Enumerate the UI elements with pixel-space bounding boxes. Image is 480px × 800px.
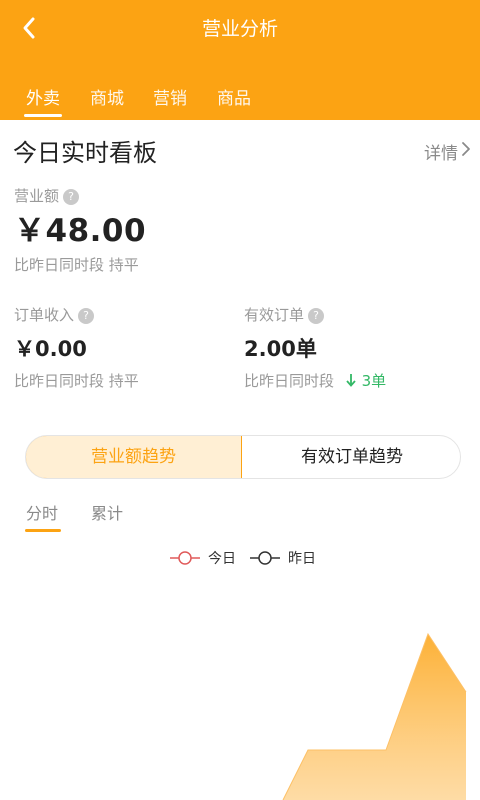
time-subtabs: 分时 累计 bbox=[0, 496, 480, 536]
chevron-right-icon bbox=[460, 140, 472, 163]
trend-chart bbox=[0, 580, 480, 800]
tab-bar: 外卖 商城 营销 商品 bbox=[0, 80, 480, 120]
legend-yesterday-label: 昨日 bbox=[288, 551, 316, 567]
active-subtab-indicator bbox=[25, 529, 61, 532]
order-income-value: ￥0.00 bbox=[14, 337, 87, 361]
valid-orders-label: 有效订单 bbox=[244, 306, 305, 324]
detail-label: 详情 bbox=[424, 144, 458, 164]
active-tab-indicator bbox=[24, 114, 62, 117]
revenue-label: 营业额 bbox=[14, 187, 60, 205]
valid-orders-compare-prefix: 比昨日同时段 bbox=[244, 372, 335, 390]
legend-yesterday: 昨日 bbox=[250, 548, 316, 568]
header: 营业分析 外卖 商城 营销 商品 bbox=[0, 0, 480, 120]
legend-today: 今日 bbox=[170, 548, 236, 568]
trend-toggle: 营业额趋势 有效订单趋势 bbox=[25, 435, 461, 479]
order-income-compare: 比昨日同时段 持平 bbox=[14, 372, 139, 390]
valid-orders-change: 3单 bbox=[361, 372, 387, 390]
help-icon[interactable]: ? bbox=[78, 307, 95, 324]
revenue-compare: 比昨日同时段 持平 bbox=[14, 256, 139, 274]
detail-link[interactable]: 详情 bbox=[424, 139, 472, 164]
tab-shangcheng[interactable]: 商城 bbox=[90, 84, 124, 109]
order-income-label-row: 订单收入? bbox=[14, 304, 95, 325]
board-title: 今日实时看板 bbox=[13, 139, 157, 167]
help-icon[interactable]: ? bbox=[63, 188, 80, 205]
help-icon[interactable]: ? bbox=[308, 307, 325, 324]
page-title: 营业分析 bbox=[201, 18, 278, 40]
valid-orders-label-row: 有效订单? bbox=[244, 304, 325, 325]
today-area bbox=[283, 634, 466, 800]
tab-yingxiao[interactable]: 营销 bbox=[153, 84, 187, 109]
valid-orders-value: 2.00单 bbox=[244, 337, 317, 361]
legend-yesterday-marker bbox=[250, 551, 280, 565]
revenue-trend-button[interactable]: 营业额趋势 bbox=[26, 436, 242, 478]
revenue-value: ￥48.00 bbox=[14, 213, 147, 249]
tab-shangpin[interactable]: 商品 bbox=[217, 84, 251, 109]
legend-today-marker bbox=[170, 551, 200, 565]
valid-orders-trend-button[interactable]: 有效订单趋势 bbox=[243, 436, 460, 478]
chart-legend: 今日 昨日 bbox=[0, 548, 480, 568]
valid-orders-compare: 比昨日同时段 3单 bbox=[244, 370, 386, 391]
subtab-cumulative[interactable]: 累计 bbox=[91, 500, 123, 524]
tab-waimai[interactable]: 外卖 bbox=[26, 84, 60, 109]
subtab-hourly[interactable]: 分时 bbox=[26, 500, 58, 524]
order-income-label: 订单收入 bbox=[14, 306, 75, 324]
revenue-label-row: 营业额? bbox=[14, 185, 80, 206]
legend-today-label: 今日 bbox=[208, 551, 236, 567]
arrow-down-icon bbox=[339, 372, 362, 390]
